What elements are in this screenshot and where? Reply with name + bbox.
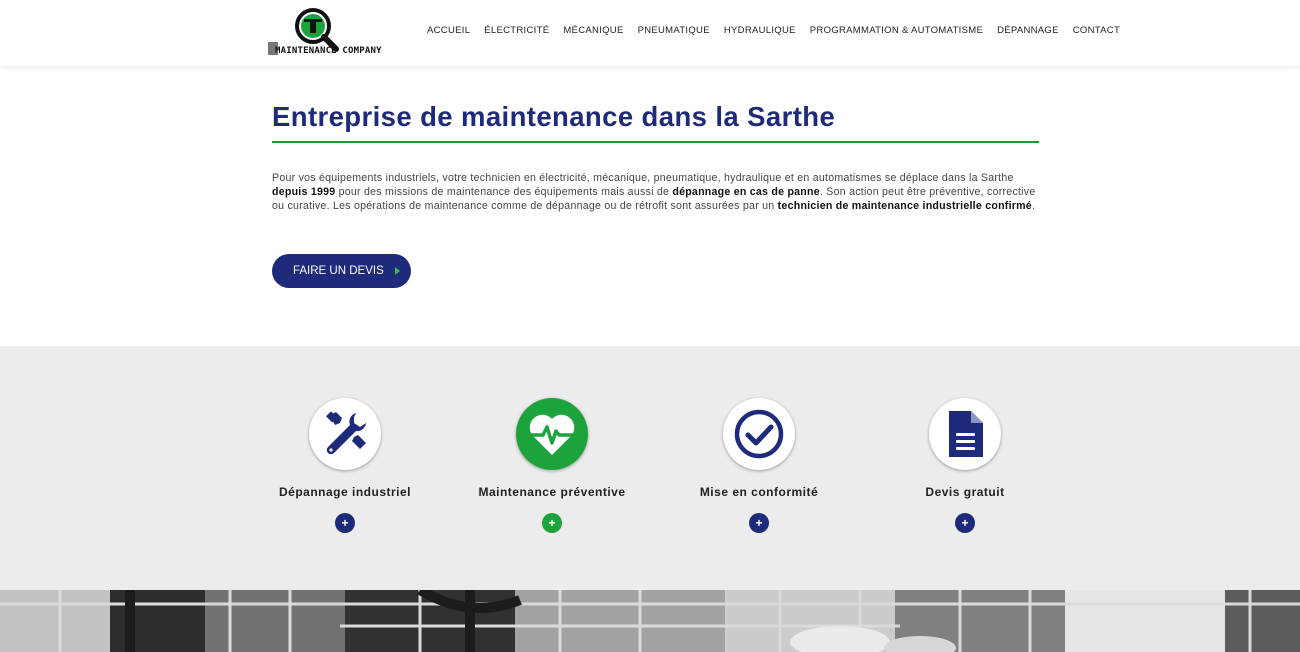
document-icon <box>929 398 1001 470</box>
features-band: Dépannage industriel + Maintenance préve… <box>0 346 1300 590</box>
page-title: Entreprise de maintenance dans la Sarthe <box>272 101 836 132</box>
feature-title: Devis gratuit <box>925 485 1005 499</box>
intro-text-2: pour des missions de maintenance des équ… <box>335 186 673 198</box>
logo-wordmark: MAINTENANCE COMPANY <box>275 46 382 56</box>
plus-button[interactable]: + <box>749 513 769 533</box>
nav-depannage[interactable]: DÉPANNAGE <box>990 25 1066 37</box>
feature-title: Maintenance préventive <box>478 485 626 499</box>
nav-electricite[interactable]: ÉLECTRICITÉ <box>477 25 556 37</box>
nav-accueil[interactable]: ACCUEIL <box>420 25 477 37</box>
heartbeat-icon <box>516 398 588 470</box>
intro-bold-2: dépannage en cas de panne <box>672 186 820 198</box>
plus-button[interactable]: + <box>542 513 562 533</box>
check-circle-icon <box>723 398 795 470</box>
arrow-right-icon <box>395 267 400 275</box>
feature-title: Dépannage industriel <box>278 485 412 499</box>
feature-title: Mise en conformité <box>699 485 819 499</box>
nav-hydraulique[interactable]: HYDRAULIQUE <box>717 25 803 37</box>
nav-pneumatique[interactable]: PNEUMATIQUE <box>631 25 717 37</box>
intro-text-1: Pour vos équipements industriels, votre … <box>272 172 1014 184</box>
title-divider <box>272 141 1039 143</box>
tools-icon <box>309 398 381 470</box>
factory-banner-image <box>0 590 1300 652</box>
site-header: MAINTENANCE COMPANY ACCUEIL ÉLECTRICITÉ … <box>0 0 1300 66</box>
nav-contact[interactable]: CONTACT <box>1066 25 1127 37</box>
nav-mecanique[interactable]: MÉCANIQUE <box>556 25 630 37</box>
plus-button[interactable]: + <box>955 513 975 533</box>
quote-button-label: FAIRE UN DEVIS <box>293 265 384 277</box>
intro-bold-1: depuis 1999 <box>272 186 336 198</box>
intro-paragraph: Pour vos équipements industriels, votre … <box>272 171 1039 213</box>
intro-section: Entreprise de maintenance dans la Sarthe… <box>272 100 1039 213</box>
intro-text-4: . <box>1031 200 1036 212</box>
nav-programmation[interactable]: PROGRAMMATION & AUTOMATISME <box>803 25 990 37</box>
intro-bold-3: technicien de maintenance industrielle c… <box>777 200 1032 212</box>
main-nav: ACCUEIL ÉLECTRICITÉ MÉCANIQUE PNEUMATIQU… <box>420 25 1127 37</box>
quote-button[interactable]: FAIRE UN DEVIS <box>272 254 411 288</box>
site-logo[interactable]: MAINTENANCE COMPANY <box>266 7 382 59</box>
plus-button[interactable]: + <box>335 513 355 533</box>
